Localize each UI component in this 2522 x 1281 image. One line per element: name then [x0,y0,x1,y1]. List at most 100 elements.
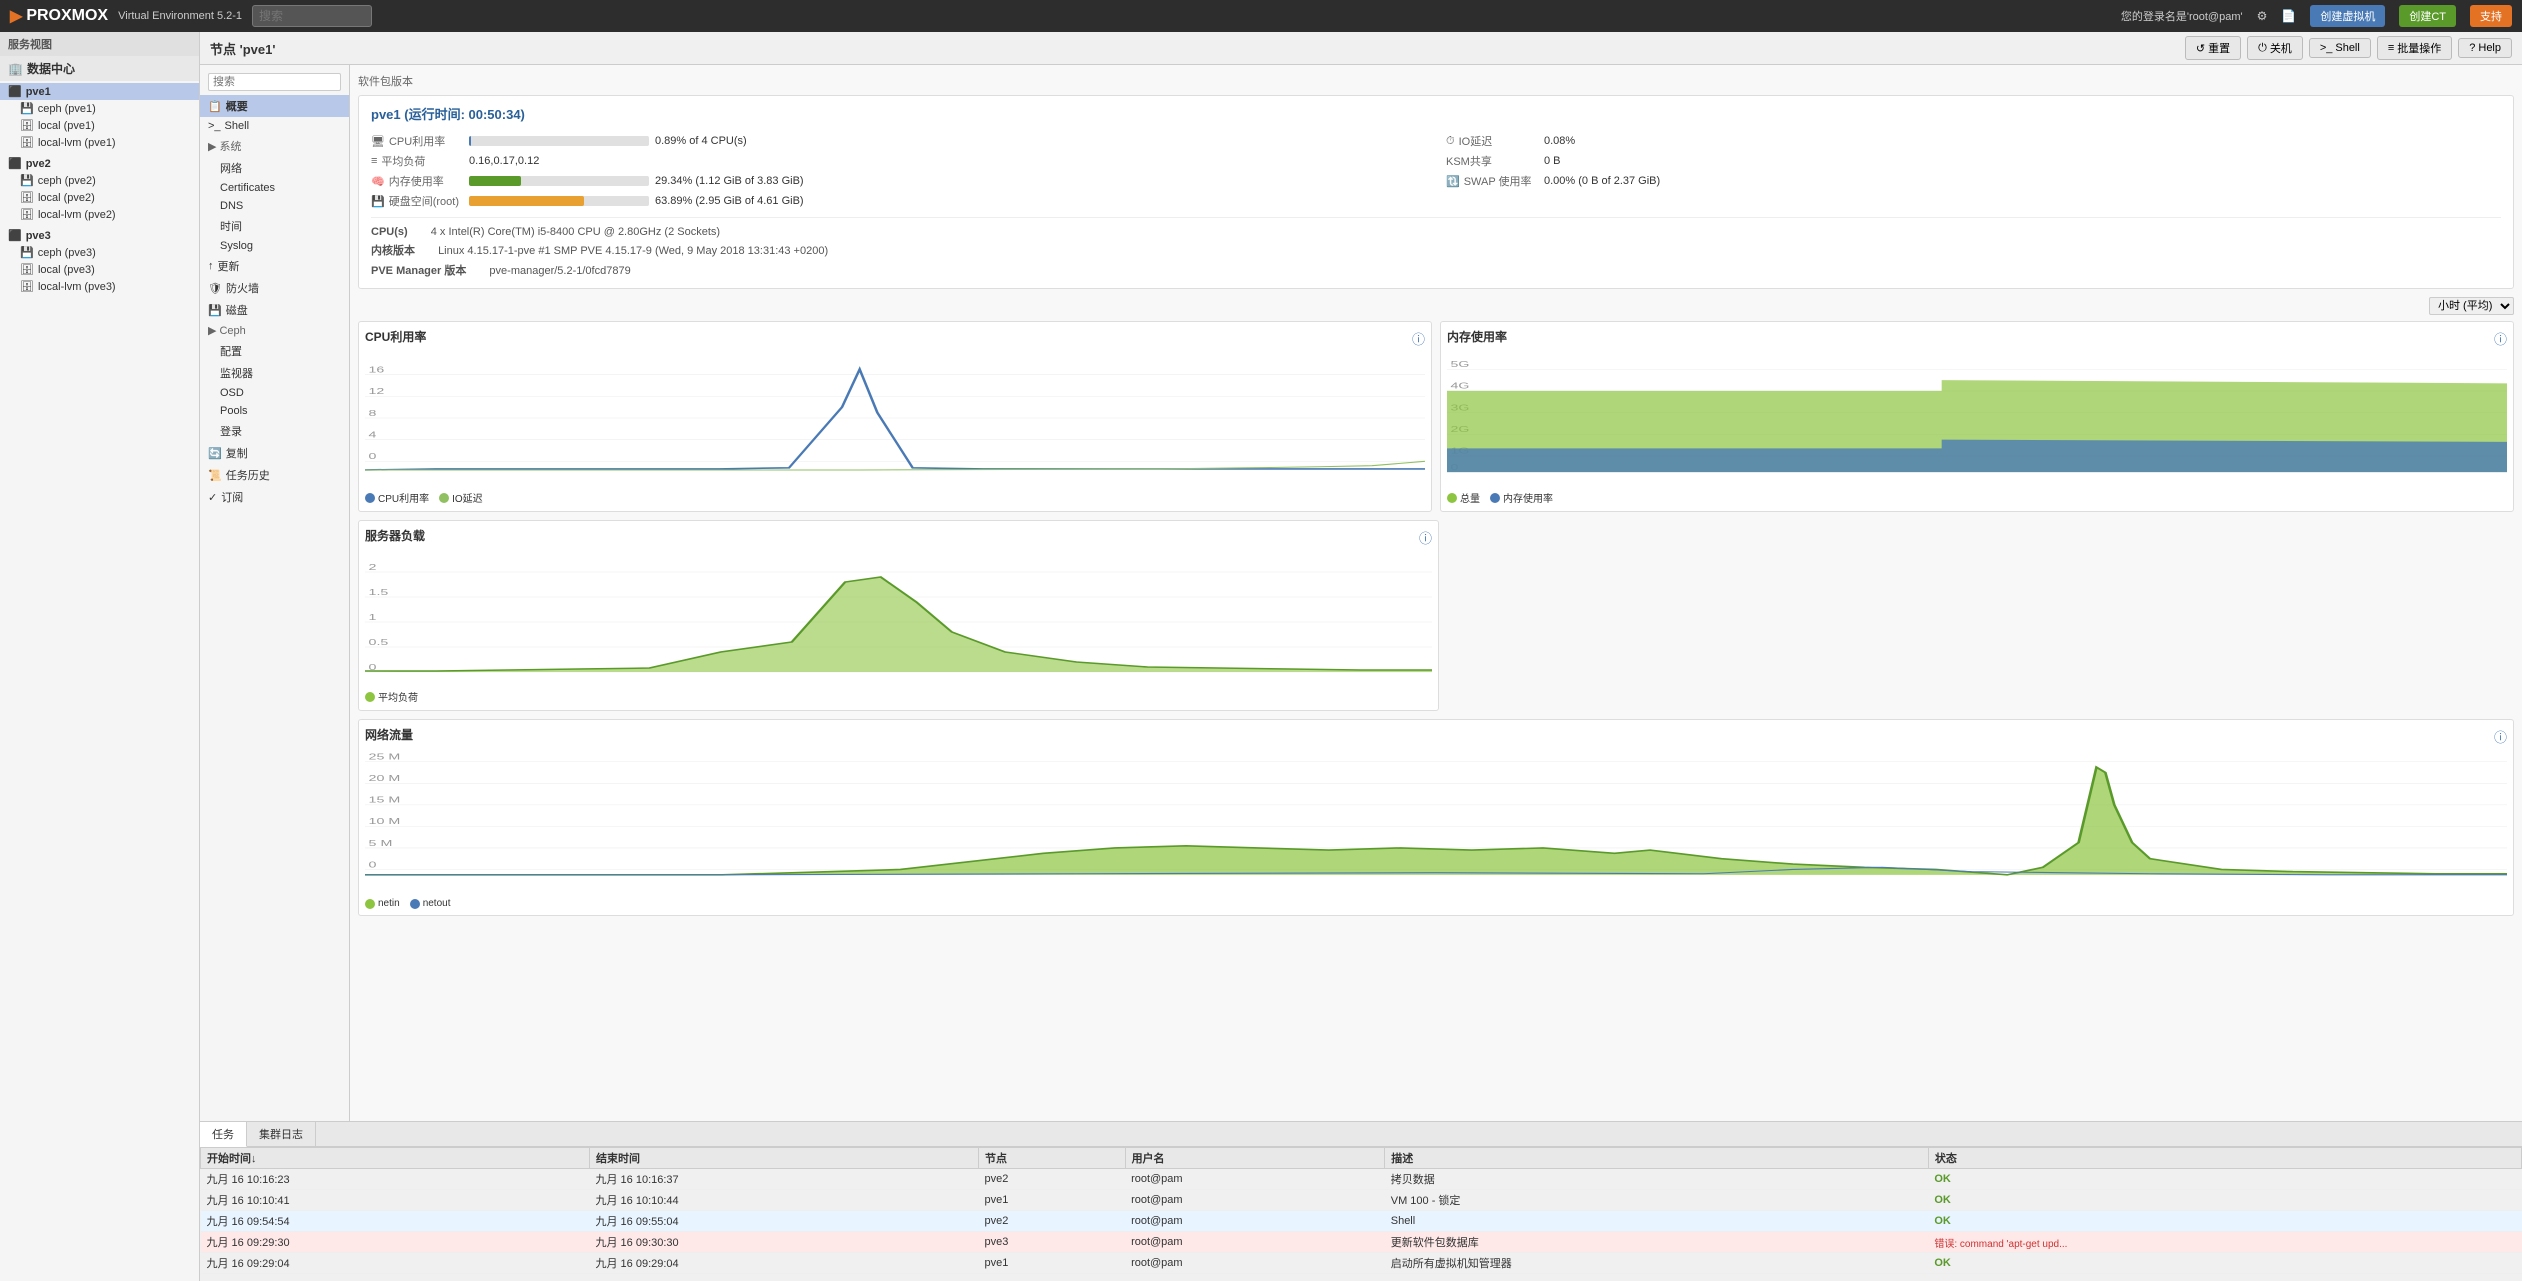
io-legend-dot [439,493,449,503]
sidebar-item-local-pve3[interactable]: 🗄 local (pve3) [0,261,199,278]
nav-item-dns[interactable]: DNS [200,197,349,215]
shutdown-button[interactable]: ⏻ 关机 [2247,36,2303,60]
tasks-table: 开始时间↓ 结束时间 节点 用户名 描述 状态 九月 16 10:16:23 九… [200,1147,2522,1274]
cpu-info-icon[interactable]: ⓘ [1412,329,1425,348]
load-info-icon[interactable]: ⓘ [1419,528,1432,547]
server2-icon: ⬛ [8,157,22,170]
datacenter-label: 数据中心 [27,60,75,77]
nav-item-ceph-osd[interactable]: OSD [200,384,349,402]
svg-text:16: 16 [369,365,385,375]
cpu-chart-title: CPU利用率 [365,328,426,345]
mem-info-icon[interactable]: ⓘ [2494,329,2507,348]
nav-section-ceph[interactable]: ▶ Ceph [200,321,349,340]
nav-item-ceph-login[interactable]: 登录 [200,420,349,442]
sidebar-item-local-lvm-pve2[interactable]: 🗄 local-lvm (pve2) [0,206,199,223]
disk-label: 磁盘 [226,302,248,318]
cpu-chart-card: CPU利用率 ⓘ 16 12 [358,321,1432,512]
sidebar-item-local-pve2[interactable]: 🗄 local (pve2) [0,189,199,206]
netout-label: netout [423,898,451,909]
help-button[interactable]: ? Help [2458,38,2512,58]
gear-icon[interactable]: ⚙ [2257,9,2268,23]
cell-desc: VM 100 - 锁定 [1385,1190,1929,1211]
summary-label: 概要 [226,98,248,114]
top-search-input[interactable] [252,5,372,27]
nav-item-ceph-pools[interactable]: Pools [200,402,349,420]
cell-end: 九月 16 09:55:04 [590,1211,979,1232]
nav-item-time[interactable]: 时间 [200,215,349,237]
nav-item-ceph-config[interactable]: 配置 [200,340,349,362]
inner-layout: 📋 概要 >_ Shell ▶ 系统 网络 Certificates [200,65,2522,1121]
shell-button[interactable]: >_ Shell [2309,38,2371,58]
nav-item-certificates[interactable]: Certificates [200,179,349,197]
cell-end: 九月 16 10:10:44 [590,1190,979,1211]
col-desc: 描述 [1385,1148,1929,1169]
disk-progress-bar [469,196,649,206]
support-button[interactable]: 支持 [2470,5,2512,27]
task-label: 任务历史 [226,467,270,483]
summary-grid: 🖥 CPU利用率 0.89% of 4 CPU(s) [371,131,2501,211]
netin-label: netin [378,898,400,909]
net-info-icon[interactable]: ⓘ [2494,727,2507,746]
sidebar-item-pve2[interactable]: ⬛ pve2 [0,155,199,172]
create-ct-button[interactable]: 创建CT [2399,5,2456,27]
nav-section-system[interactable]: ▶ 系统 [200,135,349,157]
svg-text:5G: 5G [1451,360,1470,370]
nav-item-ceph-monitor[interactable]: 监视器 [200,362,349,384]
sidebar-item-ceph-pve2[interactable]: 💾 ceph (pve2) [0,172,199,189]
table-row: 九月 16 10:10:41 九月 16 10:10:44 pve1 root@… [201,1190,2522,1211]
nav-item-syslog[interactable]: Syslog [200,237,349,255]
top-bar: ▶ PROXMOX Virtual Environment 5.2-1 您的登录… [0,0,2522,32]
mem-chart-svg: 5G 4G 3G 2G 1G 0 [1447,353,2507,483]
svg-text:10 M: 10 M [369,817,401,826]
nav-item-disk[interactable]: 💾 磁盘 [200,299,349,321]
syslog-label: Syslog [220,240,253,252]
tab-tasks[interactable]: 任务 [200,1122,247,1147]
sidebar-item-local-lvm-pve1[interactable]: 🗄 local-lvm (pve1) [0,134,199,151]
local3-icon: 🗄 [20,263,34,276]
terminal-icon: >_ [2320,42,2333,54]
logo: ▶ PROXMOX [10,6,108,26]
bulk-action-button[interactable]: ≡ 批量操作 [2377,36,2452,60]
tab-cluster-log[interactable]: 集群日志 [247,1122,316,1146]
nav-search-input[interactable] [208,73,341,91]
nav-item-replicate[interactable]: 🔄 复制 [200,442,349,464]
package-version-label: 软件包版本 [358,73,2514,89]
tree-node-pve1: ⬛ pve1 💾 ceph (pve1) 🗄 local (pve1) 🗄 lo… [0,81,199,153]
replicate-label: 复制 [226,445,248,461]
sidebar-item-ceph-pve3[interactable]: 💾 ceph (pve3) [0,244,199,261]
disk-progress-fill [469,196,584,206]
nav-item-firewall[interactable]: 🛡 防火墙 [200,277,349,299]
mem-total-dot [1447,493,1457,503]
mem-chart-card: 内存使用率 ⓘ 5G 4G [1440,321,2514,512]
file-icon[interactable]: 📄 [2281,9,2296,23]
sidebar-datacenter[interactable]: 🏢 数据中心 [0,56,199,81]
nav-item-task-history[interactable]: 📜 任务历史 [200,464,349,486]
table-row: 九月 16 09:29:30 九月 16 09:30:30 pve3 root@… [201,1232,2522,1253]
nav-item-network[interactable]: 网络 [200,157,349,179]
mem-progress-bar [469,176,649,186]
cell-status: 错误: command 'apt-get upd... [1928,1232,2521,1253]
svg-text:0: 0 [369,452,377,462]
swap-value: 0.00% (0 B of 2.37 GiB) [1544,175,1660,187]
disk-progress-wrap: 63.89% (2.95 GiB of 4.61 GiB) [469,195,804,207]
svg-text:4: 4 [369,430,377,440]
disk-icon: 🗄 [20,119,34,132]
mem-label: 🧠 内存使用率 [371,173,461,189]
sidebar-item-local-lvm-pve3[interactable]: 🗄 local-lvm (pve3) [0,278,199,295]
nav-item-subscription[interactable]: ✓ 订阅 [200,486,349,508]
col-user: 用户名 [1125,1148,1385,1169]
create-vm-button[interactable]: 创建虚拟机 [2310,5,2385,27]
power-icon: ⏻ [2258,42,2267,55]
sidebar-item-local-pve1[interactable]: 🗄 local (pve1) [0,117,199,134]
sidebar-item-ceph-pve1[interactable]: 💾 ceph (pve1) [0,100,199,117]
mem-chart-legend: 总量 内存使用率 [1447,490,2507,505]
server-icon: ⬛ [8,85,22,98]
sidebar-item-pve3[interactable]: ⬛ pve3 [0,227,199,244]
cpu-legend-item: CPU利用率 [365,490,429,505]
reset-button[interactable]: ↺ 重置 [2185,36,2241,60]
nav-item-updates[interactable]: ↑ 更新 [200,255,349,277]
nav-item-summary[interactable]: 📋 概要 [200,95,349,117]
nav-item-shell[interactable]: >_ Shell [200,117,349,135]
sidebar-item-pve1[interactable]: ⬛ pve1 [0,83,199,100]
time-selector-select[interactable]: 小时 (平均) 天 (平均) 周 (平均) 月 (平均) 年 (平均) [2429,297,2514,315]
